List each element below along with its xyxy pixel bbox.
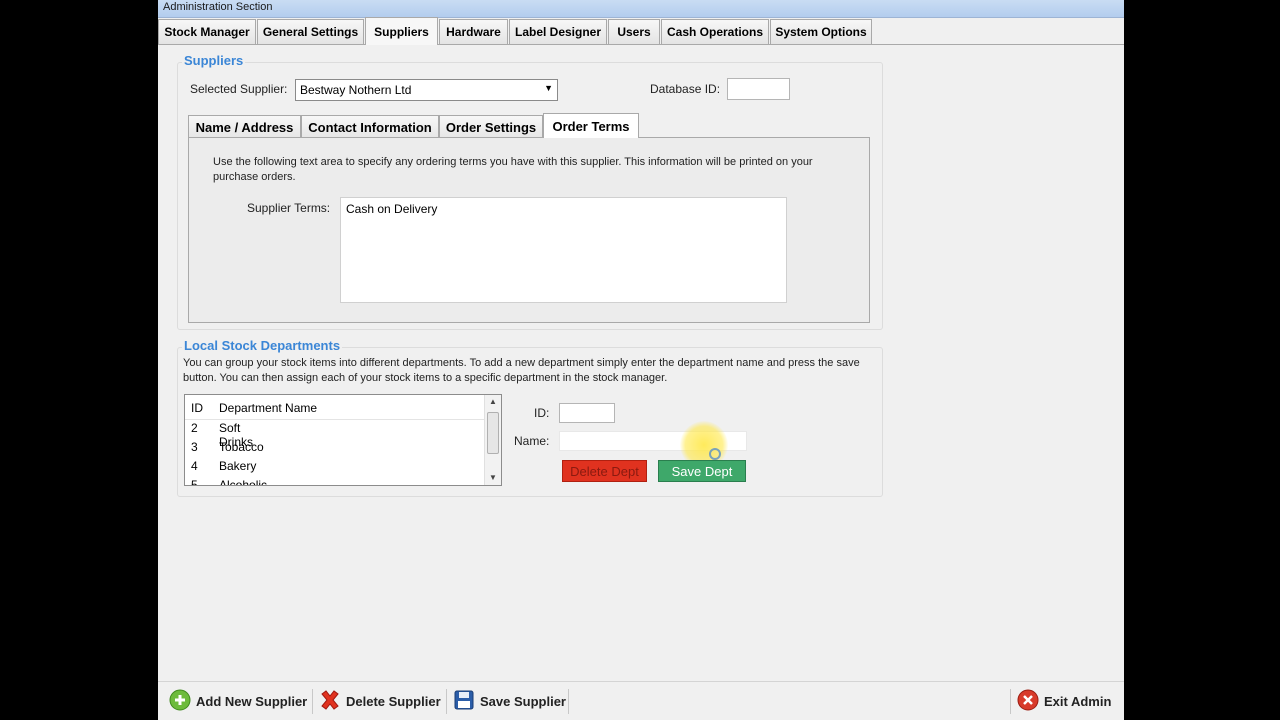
tab-suppliers[interactable]: Suppliers (365, 17, 438, 45)
subtab-order-terms[interactable]: Order Terms (543, 113, 639, 138)
database-id-label: Database ID: (650, 82, 721, 96)
save-supplier-button[interactable]: Save Supplier (452, 687, 567, 716)
add-new-supplier-button[interactable]: Add New Supplier (168, 687, 308, 716)
scroll-down-icon[interactable]: ▼ (489, 473, 497, 482)
supplier-terms-textarea[interactable]: Cash on Delivery (340, 197, 787, 303)
main-tab-strip: Stock Manager General Settings Suppliers… (158, 17, 1124, 45)
list-item-id: 4 (191, 459, 198, 473)
scroll-up-icon[interactable]: ▲ (489, 397, 497, 406)
order-terms-description: Use the following text area to specify a… (213, 156, 813, 183)
departments-legend: Local Stock Departments (182, 338, 343, 353)
delete-x-icon (319, 689, 341, 714)
toolbar-separator (446, 689, 447, 714)
subtab-name-address[interactable]: Name / Address (188, 115, 301, 138)
dept-id-field[interactable] (559, 403, 615, 423)
supplier-select[interactable]: Bestway Nothern Ltd ▼ (295, 79, 558, 101)
list-item-id: 3 (191, 440, 198, 454)
delete-supplier-label: Delete Supplier (346, 694, 441, 709)
toolbar-separator (1010, 689, 1011, 714)
list-item-id: 2 (191, 421, 198, 435)
subtab-order-settings[interactable]: Order Settings (439, 115, 543, 138)
add-icon (169, 689, 191, 714)
delete-dept-button[interactable]: Delete Dept (562, 460, 647, 482)
tab-hardware[interactable]: Hardware (439, 19, 508, 44)
supplier-select-value: Bestway Nothern Ltd (300, 83, 412, 97)
exit-admin-label: Exit Admin (1044, 694, 1112, 709)
floppy-disk-icon (453, 689, 475, 714)
delete-supplier-button[interactable]: Delete Supplier (318, 687, 442, 716)
save-dept-button[interactable]: Save Dept (658, 460, 746, 482)
dept-name-label: Name: (514, 434, 550, 448)
tab-system-options[interactable]: System Options (770, 19, 872, 44)
tab-general-settings[interactable]: General Settings (257, 19, 364, 44)
save-supplier-label: Save Supplier (480, 694, 566, 709)
supplier-terms-label: Supplier Terms: (247, 201, 331, 215)
column-header-id[interactable]: ID (191, 401, 203, 415)
save-dept-label: Save Dept (671, 463, 733, 479)
list-scrollbar[interactable]: ▲ ▼ (484, 395, 501, 485)
dept-id-label: ID: (534, 406, 550, 420)
order-terms-panel: Use the following text area to specify a… (188, 137, 870, 323)
bottom-toolbar: Add New Supplier Delete Supplier Save Su… (158, 681, 1124, 720)
add-new-supplier-label: Add New Supplier (196, 694, 308, 709)
busy-cursor-icon (709, 448, 721, 460)
tab-cash-operations[interactable]: Cash Operations (661, 19, 769, 44)
tab-stock-manager[interactable]: Stock Manager (158, 19, 256, 44)
chevron-down-icon: ▼ (544, 83, 553, 93)
admin-window: Administration Section Stock Manager Gen… (158, 0, 1124, 720)
scroll-thumb[interactable] (487, 412, 499, 454)
toolbar-separator (312, 689, 313, 714)
subtab-contact-information[interactable]: Contact Information (301, 115, 439, 138)
database-id-field[interactable] (727, 78, 790, 100)
window-title: Administration Section (163, 1, 273, 13)
list-item-id: 5 (191, 478, 198, 486)
exit-icon (1017, 689, 1039, 714)
list-header: ID Department Name (185, 395, 485, 420)
departments-description: You can group your stock items into diff… (183, 357, 860, 384)
exit-admin-button[interactable]: Exit Admin (1016, 687, 1112, 716)
column-header-name[interactable]: Department Name (219, 401, 317, 415)
suppliers-legend: Suppliers (182, 53, 246, 68)
toolbar-separator (568, 689, 569, 714)
list-item-name: Alcoholic Drinks (219, 478, 268, 486)
tab-users[interactable]: Users (608, 19, 660, 44)
departments-list[interactable]: ID Department Name 2 Soft Drinks 3 Tobac… (184, 394, 502, 486)
supplier-terms-value: Cash on Delivery (346, 202, 438, 216)
tab-label-designer[interactable]: Label Designer (509, 19, 607, 44)
list-item-name: Tobacco (219, 440, 264, 454)
tab-baseline (158, 44, 1124, 45)
title-bar: Administration Section (158, 0, 1124, 18)
selected-supplier-label: Selected Supplier: (190, 82, 288, 96)
list-item-name: Bakery (219, 459, 257, 473)
